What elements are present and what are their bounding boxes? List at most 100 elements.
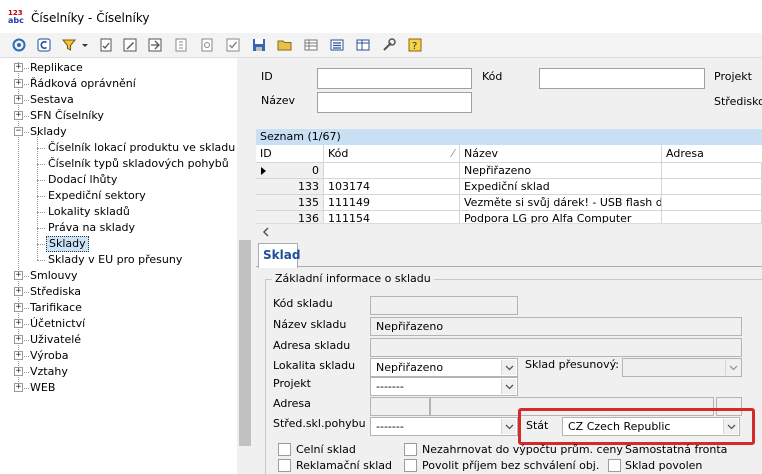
tools-icon[interactable]	[380, 36, 398, 54]
chevron-down-icon[interactable]	[725, 360, 740, 375]
tree-group-node[interactable]: + Replikace	[0, 60, 236, 76]
table-row[interactable]: 133 103174 Expediční sklad	[256, 179, 762, 195]
tree-node-label: Číselník typů skladových pohybů	[48, 157, 229, 170]
expand-icon[interactable]: +	[14, 95, 23, 104]
table-cell-nazev: Expediční sklad	[460, 179, 662, 195]
celni-sklad-label: Celní sklad	[296, 443, 356, 456]
expand-icon[interactable]: +	[14, 367, 23, 376]
table-row[interactable]: 0 Nepřiřazeno	[256, 163, 762, 179]
expand-icon[interactable]: +	[14, 287, 23, 296]
toolbar: ?	[0, 33, 762, 58]
filter-icon[interactable]	[60, 36, 78, 54]
tree-group-node[interactable]: + Vztahy	[0, 364, 236, 380]
expand-icon[interactable]: +	[14, 335, 23, 344]
expand-icon[interactable]: +	[14, 111, 23, 120]
tree-leaf-node[interactable]: Expediční sektory	[0, 188, 236, 204]
expand-icon[interactable]: +	[14, 271, 23, 280]
column-header-adresa[interactable]: Adresa	[662, 145, 762, 163]
table-row[interactable]: 135 111149 Vezměte si svůj dárek! - USB fl…	[256, 195, 762, 211]
detail-tabs	[256, 242, 762, 267]
tree-group-node[interactable]: + Střediska	[0, 284, 236, 300]
lokalita-select[interactable]: Nepřiřazeno	[370, 358, 518, 377]
povolit-checkbox[interactable]	[404, 459, 417, 472]
reklamacni-checkbox[interactable]	[278, 459, 291, 472]
edit-icon[interactable]	[121, 36, 139, 54]
dropdown-arrow-icon[interactable]	[80, 36, 90, 54]
list-icon[interactable]	[328, 36, 346, 54]
sklad-presunovy-select[interactable]	[622, 358, 742, 377]
adresa-field-1[interactable]	[370, 397, 430, 416]
column-header-id[interactable]: ID	[256, 145, 324, 163]
tree-group-node[interactable]: + Výroba	[0, 348, 236, 364]
filter-panel: ID Kód Projekt Název Středisko	[254, 58, 762, 128]
expand-icon[interactable]: +	[14, 63, 23, 72]
document-icon[interactable]	[97, 36, 115, 54]
id-filter-input[interactable]	[317, 68, 472, 89]
tree-node-label: WEB	[30, 381, 56, 394]
open-folder-icon[interactable]	[276, 36, 294, 54]
window-title: Číselníky - Číselníky	[31, 11, 150, 25]
list-grid[interactable]: ID Kód ⁄ Název Adresa 0 Nepřiřazeno 133 1031…	[256, 145, 762, 223]
tab-sklad[interactable]: Sklad	[258, 243, 300, 268]
kod-filter-input[interactable]	[539, 68, 705, 89]
expand-icon[interactable]: +	[14, 79, 23, 88]
grid-icon[interactable]	[302, 36, 320, 54]
refresh-icon[interactable]	[10, 36, 28, 54]
c-icon[interactable]	[35, 36, 53, 54]
tree-group-node[interactable]: + Smlouvy	[0, 268, 236, 284]
celni-sklad-checkbox[interactable]	[278, 443, 291, 456]
tree-leaf-node[interactable]: Číselník lokací produktu ve skladu	[0, 140, 236, 156]
nazev-skladu-field[interactable]: Nepřiřazeno	[370, 317, 742, 336]
tree-leaf-node[interactable]: Sklady	[0, 236, 236, 252]
expand-icon[interactable]: +	[14, 383, 23, 392]
expand-icon[interactable]: +	[14, 351, 23, 360]
tree-group-node[interactable]: + Účetnictví	[0, 316, 236, 332]
category-tree[interactable]: + Replikace + Řádková oprávnění + Sestava + SFN…	[0, 58, 253, 474]
chevron-down-icon[interactable]	[501, 419, 516, 434]
chevron-down-icon[interactable]	[501, 379, 516, 394]
insert-icon[interactable]	[146, 36, 164, 54]
sklad-povolen-checkbox[interactable]	[608, 459, 621, 472]
nezahrnovat-checkbox[interactable]	[404, 443, 417, 456]
tree-leaf-node[interactable]: Práva na sklady	[0, 220, 236, 236]
expand-icon[interactable]: +	[14, 319, 23, 328]
tree-leaf-node[interactable]: Číselník typů skladových pohybů	[0, 156, 236, 172]
tree-node-label: Sklady v EU pro přesuny	[48, 253, 183, 266]
projekt-select[interactable]: -------	[370, 377, 518, 396]
table-cell-adresa	[662, 195, 762, 211]
table-row[interactable]: 136 111154 Podpora LG pro Alfa Computer	[256, 211, 762, 223]
tree-leaf-node[interactable]: Sklady v EU pro přesuny	[0, 252, 236, 268]
collapse-icon[interactable]: −	[14, 127, 23, 136]
adresa-skladu-field[interactable]	[370, 338, 742, 357]
kod-label: Kód	[482, 70, 503, 83]
check-icon[interactable]	[224, 36, 242, 54]
column-header-kod[interactable]: Kód ⁄	[324, 145, 460, 163]
tree-line	[37, 212, 45, 213]
tree-scrollbar-thumb[interactable]	[239, 240, 251, 446]
tree-leaf-node[interactable]: Lokality skladů	[0, 204, 236, 220]
delete-icon[interactable]	[172, 36, 190, 54]
kod-skladu-field[interactable]	[370, 296, 518, 315]
grid-horizontal-scrollbar[interactable]	[256, 223, 762, 239]
tree-leaf-node[interactable]: Dodací lhůty	[0, 172, 236, 188]
table-cell-id: 0	[256, 163, 324, 179]
help-icon[interactable]: ?	[406, 36, 424, 54]
copy-icon[interactable]	[198, 36, 216, 54]
projekt-label: Projekt	[714, 70, 752, 83]
stred-select[interactable]: -------	[370, 417, 518, 436]
tree-group-node[interactable]: + Sestava	[0, 92, 236, 108]
tree-group-node[interactable]: − Sklady	[0, 124, 236, 140]
tree-group-node[interactable]: + Řádková oprávnění	[0, 76, 236, 92]
tree-group-node[interactable]: + Uživatelé	[0, 332, 236, 348]
tree-group-node[interactable]: + Tarifikace	[0, 300, 236, 316]
save-icon[interactable]	[250, 36, 268, 54]
expand-icon[interactable]: +	[14, 303, 23, 312]
nazev-filter-input[interactable]	[317, 92, 472, 113]
column-header-nazev[interactable]: Název	[460, 145, 662, 163]
tree-node-label: Replikace	[30, 61, 83, 74]
tree-group-node[interactable]: + WEB	[0, 380, 236, 396]
chevron-down-icon[interactable]	[501, 360, 516, 375]
tree-line	[37, 260, 45, 261]
tree-group-node[interactable]: + SFN Číselníky	[0, 108, 236, 124]
table-icon[interactable]	[354, 36, 372, 54]
